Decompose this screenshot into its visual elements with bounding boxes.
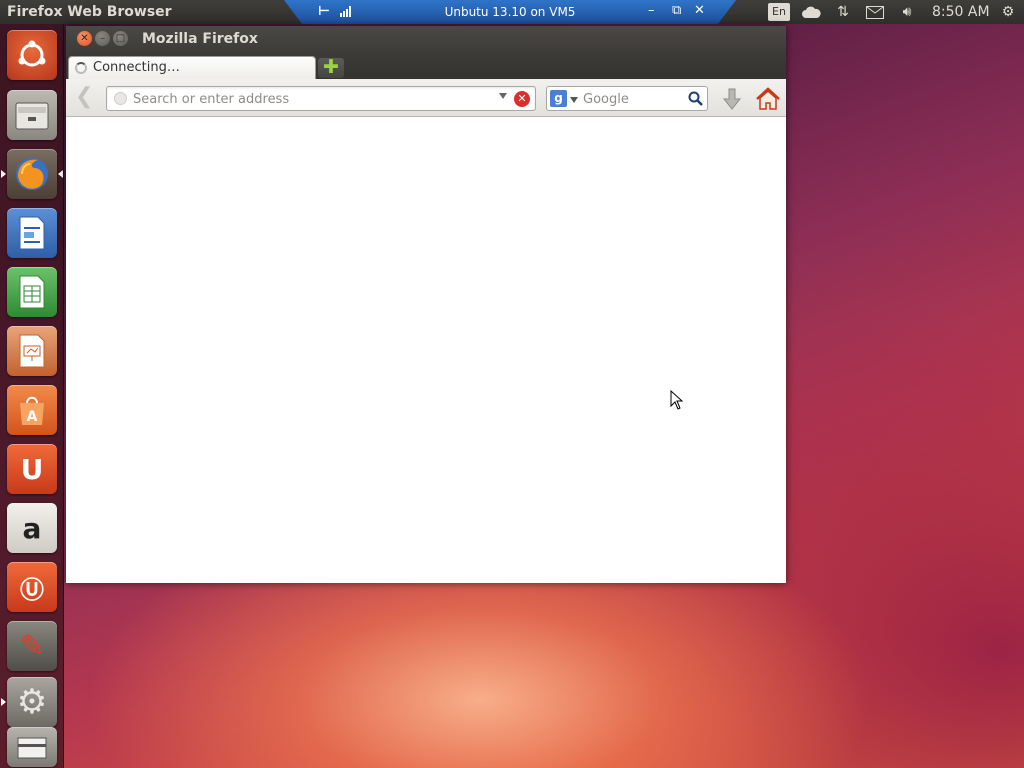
globe-icon <box>114 92 127 105</box>
search-bar[interactable]: g <box>546 86 708 111</box>
top-panel: Firefox Web Browser ⊢ Unbutu 13.10 on VM… <box>0 0 1024 24</box>
active-indicator <box>1 170 6 178</box>
mail-icon[interactable] <box>864 2 886 22</box>
writer-icon[interactable] <box>7 208 57 258</box>
window-maximize-button[interactable]: □ <box>113 31 128 46</box>
address-input[interactable] <box>133 90 493 108</box>
launcher: A U a Ⓤ ✎ ⚙ <box>0 24 64 768</box>
window-close-button[interactable]: ✕ <box>77 31 92 46</box>
focus-indicator <box>58 170 63 178</box>
engine-dropdown-icon[interactable] <box>570 97 578 103</box>
cloud-icon[interactable] <box>800 2 822 22</box>
settings-gear-icon[interactable]: ⚙ <box>7 677 57 727</box>
window-minimize-button[interactable]: – <box>95 31 110 46</box>
home-button[interactable] <box>755 86 781 111</box>
window-title: Mozilla Firefox <box>142 31 258 47</box>
mouse-pointer-icon <box>670 390 684 410</box>
vm-connection-bar: ⊢ Unbutu 13.10 on VM5 – ⧉ ✕ <box>284 0 736 24</box>
google-engine-icon[interactable]: g <box>550 90 567 107</box>
download-button[interactable] <box>721 87 743 111</box>
tab-label: Connecting… <box>93 60 180 75</box>
svg-text:A: A <box>27 409 38 425</box>
plus-icon: ✚ <box>323 56 339 78</box>
ubuntu-one-music-icon[interactable]: Ⓤ <box>7 562 57 612</box>
software-center-icon[interactable]: A <box>7 385 57 435</box>
vm-title: Unbutu 13.10 on VM5 <box>444 5 576 19</box>
running-indicator <box>1 698 6 706</box>
impress-icon[interactable] <box>7 326 57 376</box>
volume-icon[interactable]: 🔊︎ <box>896 2 918 22</box>
amazon-icon[interactable]: a <box>7 503 57 553</box>
keyboard-layout-indicator[interactable]: En <box>768 3 790 21</box>
history-dropdown-icon[interactable] <box>499 93 507 99</box>
vm-minimize-icon[interactable]: – <box>648 3 655 18</box>
address-bar[interactable]: ✕ <box>106 86 536 111</box>
app-title: Firefox Web Browser <box>7 4 172 20</box>
window-titlebar[interactable]: ✕ – □ Mozilla Firefox <box>66 26 786 54</box>
back-button[interactable]: ❮ <box>75 86 93 110</box>
stop-loading-icon[interactable]: ✕ <box>514 91 530 107</box>
tab-connecting[interactable]: Connecting… <box>68 56 316 80</box>
calc-icon[interactable] <box>7 267 57 317</box>
trash-icon[interactable] <box>7 727 57 767</box>
vm-restore-icon[interactable]: ⧉ <box>672 3 681 18</box>
clock[interactable]: 8:50 AM <box>932 4 990 20</box>
loading-spinner-icon <box>75 62 87 74</box>
files-icon[interactable] <box>7 90 57 140</box>
firefox-icon[interactable] <box>7 149 57 199</box>
ubuntu-one-icon[interactable]: U <box>7 444 57 494</box>
network-icon[interactable]: ⇅ <box>832 2 854 22</box>
new-tab-button[interactable]: ✚ <box>318 58 344 78</box>
search-input[interactable] <box>583 90 683 108</box>
page-content[interactable] <box>66 117 786 583</box>
navigation-toolbar: ❮ ✕ g <box>66 79 786 117</box>
dash-icon[interactable] <box>7 30 57 80</box>
system-settings-icon[interactable]: ✎ <box>7 621 57 671</box>
firefox-window: ✕ – □ Mozilla Firefox Connecting… ✚ ❮ ✕ … <box>66 26 786 583</box>
tab-strip: Connecting… ✚ <box>66 54 786 80</box>
magnifier-icon[interactable] <box>688 91 703 106</box>
gear-icon[interactable]: ⚙ <box>998 2 1018 22</box>
vm-close-icon[interactable]: ✕ <box>694 3 705 18</box>
